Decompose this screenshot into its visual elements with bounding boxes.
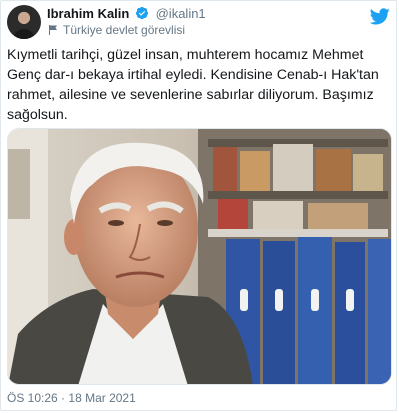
tweet-card: Ibrahim Kalin @ikalin1 Türkiye devlet gö… <box>0 0 397 411</box>
tweet-text: Kıymetli tarihçi, güzel insan, muhterem … <box>7 47 379 123</box>
author-name[interactable]: Ibrahim Kalin <box>47 6 129 21</box>
tweet-time: ÖS 10:26 <box>7 391 58 405</box>
author-line: Ibrahim Kalin @ikalin1 <box>47 6 206 23</box>
tweet-date: 18 Mar 2021 <box>68 391 136 405</box>
tweet-photo[interactable] <box>7 128 392 385</box>
verified-badge-icon <box>135 6 149 23</box>
account-label: Türkiye devlet görevlisi <box>47 23 185 39</box>
tweet-timestamp[interactable]: ÖS 10:26 · 18 Mar 2021 <box>7 391 136 405</box>
author-handle[interactable]: @ikalin1 <box>156 6 206 21</box>
twitter-bird-icon[interactable] <box>369 8 390 30</box>
photo-portrait <box>8 129 391 384</box>
account-label-text: Türkiye devlet görevlisi <box>63 23 186 37</box>
avatar[interactable] <box>7 5 41 39</box>
government-flag-icon <box>47 24 59 39</box>
tweet-header: Ibrahim Kalin @ikalin1 Türkiye devlet gö… <box>7 5 390 39</box>
timestamp-separator: · <box>61 391 66 405</box>
